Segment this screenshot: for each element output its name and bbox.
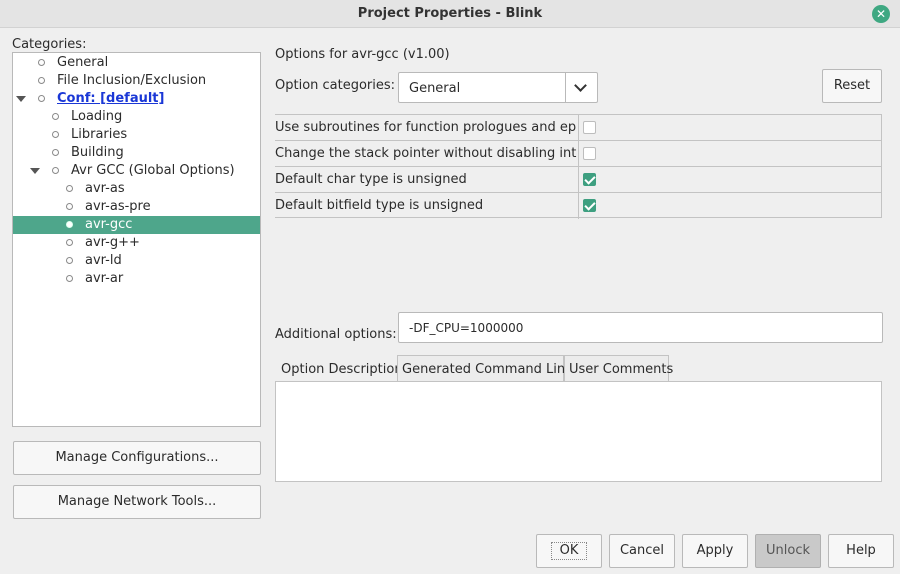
tree-item-avr-gpp[interactable]: avr-g++ [13, 234, 260, 252]
ok-button[interactable]: OK [536, 534, 602, 568]
tree-item-avr-as-pre[interactable]: avr-as-pre [13, 198, 260, 216]
option-name: Default bitfield type is unsigned [275, 198, 484, 213]
tree-item-label: avr-g++ [85, 235, 140, 250]
node-bullet-icon [52, 113, 59, 120]
node-bullet-icon [66, 275, 73, 282]
tree-item-label: avr-ar [85, 271, 124, 286]
additional-options-input[interactable]: -DF_CPU=1000000 [398, 312, 883, 343]
option-row: Use subroutines for function prologues a… [275, 115, 881, 141]
column-divider [578, 115, 579, 141]
tab-generated-command-line[interactable]: Generated Command Line [397, 355, 573, 382]
options-header: Options for avr-gcc (v1.00) [275, 47, 450, 62]
option-categories-select[interactable]: General [398, 72, 598, 103]
tree-item-label: General [57, 55, 109, 70]
tree-item-building[interactable]: Building [13, 144, 260, 162]
ok-label: OK [550, 542, 588, 560]
tree-item-libraries[interactable]: Libraries [13, 126, 260, 144]
apply-button[interactable]: Apply [682, 534, 748, 568]
tree-item-label: File Inclusion/Exclusion [57, 73, 207, 88]
cancel-button[interactable]: Cancel [609, 534, 675, 568]
tab-user-comments[interactable]: User Comments [564, 355, 673, 382]
node-bullet-icon [66, 185, 73, 192]
tree-item-loading[interactable]: Loading [13, 108, 260, 126]
tree-item-avr-ar[interactable]: avr-ar [13, 270, 260, 288]
tree-item-label: avr-as [85, 181, 125, 196]
tree-item-label: Avr GCC (Global Options) [71, 163, 235, 178]
unlock-button[interactable]: Unlock [755, 534, 821, 568]
tree-item-label: Building [71, 145, 124, 160]
categories-tree[interactable]: General File Inclusion/Exclusion Conf: [… [12, 52, 261, 427]
close-icon[interactable]: ✕ [872, 5, 890, 23]
manage-network-tools-button[interactable]: Manage Network Tools... [13, 485, 261, 519]
reset-button[interactable]: Reset [822, 69, 882, 103]
option-row: Default bitfield type is unsigned [275, 193, 881, 219]
window-title: Project Properties - Blink [357, 6, 543, 21]
option-categories-label: Option categories: [275, 78, 396, 93]
column-divider [578, 141, 579, 167]
tree-item-label: avr-ld [85, 253, 122, 268]
tree-item-label: Libraries [71, 127, 128, 142]
title-bar: Project Properties - Blink ✕ [0, 0, 900, 28]
options-table: Use subroutines for function prologues a… [275, 114, 882, 219]
option-name: Default char type is unsigned [275, 172, 467, 187]
node-bullet-icon [52, 167, 59, 174]
node-bullet-icon [52, 131, 59, 138]
tree-item-general[interactable]: General [13, 54, 260, 72]
dropdown-button[interactable] [565, 73, 597, 102]
help-button[interactable]: Help [828, 534, 894, 568]
option-checkbox[interactable] [583, 173, 596, 186]
categories-label: Categories: [12, 37, 87, 52]
tab-option-description[interactable]: Option Description [276, 355, 403, 382]
tree-item-label: avr-gcc [85, 217, 133, 232]
chevron-down-icon [574, 79, 587, 92]
tab-content-panel [275, 381, 882, 482]
tree-item-avr-ld[interactable]: avr-ld [13, 252, 260, 270]
option-name: Use subroutines for function prologues a… [275, 120, 577, 135]
node-bullet-icon [38, 95, 45, 102]
option-categories-value: General [409, 81, 461, 96]
tree-item-avr-gcc-global[interactable]: Avr GCC (Global Options) [13, 162, 260, 180]
node-bullet-icon [38, 59, 45, 66]
node-bullet-icon [66, 221, 73, 228]
node-bullet-icon [66, 257, 73, 264]
tree-item-avr-as[interactable]: avr-as [13, 180, 260, 198]
column-divider [578, 193, 579, 219]
option-name: Change the stack pointer without disabli… [275, 146, 577, 161]
manage-configurations-button[interactable]: Manage Configurations... [13, 441, 261, 475]
additional-options-label: Additional options: [275, 327, 397, 342]
tree-item-label: Conf: [default] [57, 91, 165, 106]
tree-item-avr-gcc[interactable]: avr-gcc [13, 216, 260, 234]
expand-arrow-icon[interactable] [30, 168, 40, 174]
node-bullet-icon [38, 77, 45, 84]
option-row: Default char type is unsigned [275, 167, 881, 193]
tree-item-conf-default[interactable]: Conf: [default] [13, 90, 260, 108]
option-checkbox[interactable] [583, 199, 596, 212]
option-checkbox[interactable] [583, 147, 596, 160]
tree-item-label: avr-as-pre [85, 199, 151, 214]
node-bullet-icon [52, 149, 59, 156]
tree-item-label: Loading [71, 109, 123, 124]
expand-arrow-icon[interactable] [16, 96, 26, 102]
node-bullet-icon [66, 203, 73, 210]
option-row: Change the stack pointer without disabli… [275, 141, 881, 167]
tree-item-file-inclusion[interactable]: File Inclusion/Exclusion [13, 72, 260, 90]
column-divider [578, 167, 579, 193]
node-bullet-icon [66, 239, 73, 246]
option-checkbox[interactable] [583, 121, 596, 134]
